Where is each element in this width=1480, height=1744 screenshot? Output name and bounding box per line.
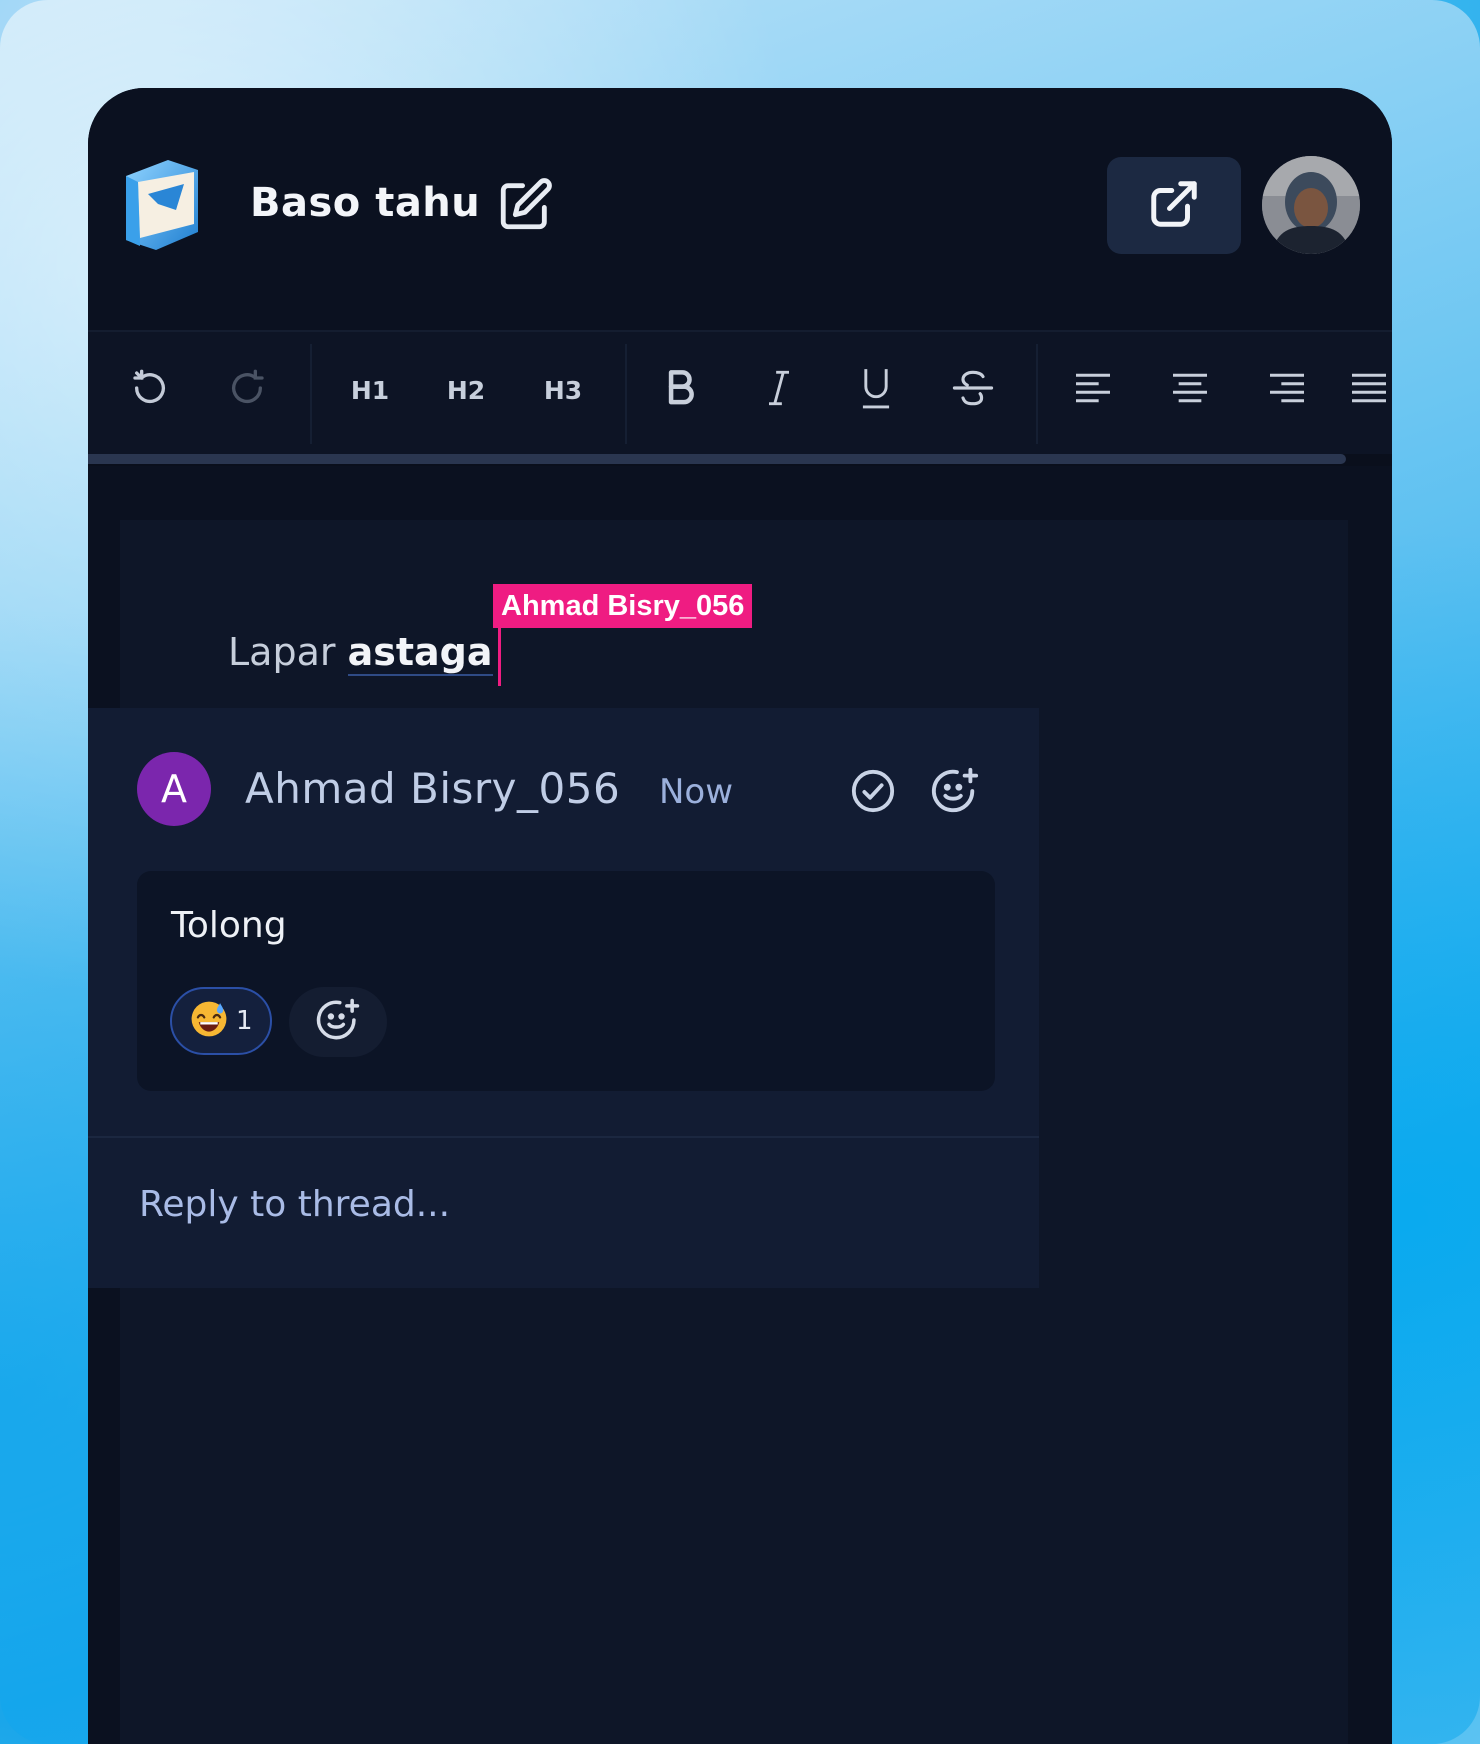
redo-icon: [227, 368, 267, 412]
heading-2-button[interactable]: H2: [430, 356, 502, 424]
comment-timestamp: Now: [659, 772, 734, 812]
edit-icon[interactable]: [496, 176, 554, 234]
undo-icon: [130, 368, 170, 412]
align-right-button[interactable]: [1252, 356, 1322, 424]
editor-app: Baso tahu H1 H2 H3 Lapar astaga Ahmad Bi…: [88, 88, 1392, 1744]
editor-paragraph[interactable]: Lapar astaga: [228, 630, 493, 676]
reply-input[interactable]: [137, 1168, 1001, 1240]
folder-book-icon[interactable]: [118, 154, 208, 254]
add-emoji-icon: [315, 997, 361, 1047]
header: Baso tahu: [88, 88, 1392, 330]
undo-button[interactable]: [118, 356, 182, 424]
add-reaction-icon[interactable]: [930, 766, 980, 816]
comment-text: Tolong: [171, 905, 287, 946]
comment-author-avatar: A: [137, 752, 211, 826]
toolbar-divider: [625, 344, 627, 444]
share-button[interactable]: [1107, 157, 1241, 254]
italic-icon: [764, 368, 794, 412]
strikethrough-icon: [951, 368, 995, 412]
redo-button[interactable]: [215, 356, 279, 424]
editor-text-plain: Lapar: [228, 630, 348, 674]
toolbar-scrollbar-thumb[interactable]: [88, 454, 1346, 464]
reaction-pill[interactable]: 1: [170, 987, 272, 1055]
formatting-toolbar: H1 H2 H3: [88, 330, 1392, 456]
heading-3-button[interactable]: H3: [527, 356, 599, 424]
commented-text[interactable]: astaga: [347, 630, 493, 676]
align-left-icon: [1074, 371, 1112, 409]
comment-header: A Ahmad Bisry_056 Now: [88, 708, 1039, 868]
align-justify-icon: [1350, 371, 1388, 409]
comment-body: Tolong 1: [137, 871, 995, 1091]
underline-icon: [860, 366, 892, 414]
grinning-sweat-emoji-icon: [190, 1000, 228, 1042]
italic-button[interactable]: [744, 356, 814, 424]
underline-button[interactable]: [841, 356, 911, 424]
bold-icon: [664, 368, 698, 412]
align-center-button[interactable]: [1155, 356, 1225, 424]
user-avatar[interactable]: [1262, 156, 1360, 254]
toolbar-divider: [1036, 344, 1038, 444]
resolve-check-icon[interactable]: [850, 768, 896, 814]
add-reaction-button[interactable]: [289, 987, 387, 1057]
align-center-icon: [1171, 371, 1209, 409]
external-link-icon: [1147, 177, 1201, 235]
comment-author-name: Ahmad Bisry_056: [245, 764, 621, 813]
thread-divider: [88, 1136, 1039, 1138]
reaction-count: 1: [236, 1006, 253, 1036]
toolbar-divider: [310, 344, 312, 444]
heading-1-button[interactable]: H1: [334, 356, 406, 424]
align-left-button[interactable]: [1058, 356, 1128, 424]
collaborator-cursor-label: Ahmad Bisry_056: [493, 584, 753, 628]
comment-thread: A Ahmad Bisry_056 Now Tolong 1 Reply to …: [88, 708, 1039, 1288]
align-right-icon: [1268, 371, 1306, 409]
background-frame: Baso tahu H1 H2 H3 Lapar astaga Ahmad Bi…: [0, 0, 1480, 1744]
align-justify-button[interactable]: [1350, 356, 1392, 424]
strikethrough-button[interactable]: [938, 356, 1008, 424]
bold-button[interactable]: [646, 356, 716, 424]
collaborator-caret: [498, 628, 501, 686]
document-title: Baso tahu: [250, 180, 481, 226]
